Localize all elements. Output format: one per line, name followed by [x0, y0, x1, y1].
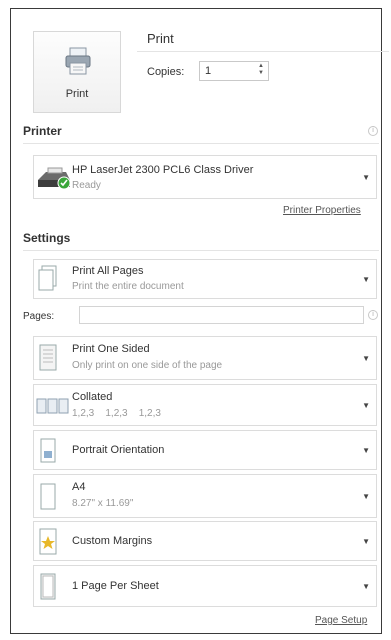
dropdown-arrow-icon: ▼ — [362, 537, 370, 546]
divider — [23, 143, 379, 144]
portrait-icon — [40, 438, 56, 463]
dropdown-arrow-icon: ▼ — [362, 446, 370, 455]
collation-label: Collated — [72, 391, 113, 403]
collated-icon — [36, 398, 69, 414]
pages-per-sheet-dropdown[interactable]: 1 Page Per Sheet ▼ — [33, 565, 377, 607]
paper-size-dropdown[interactable]: A4 8.27" x 11.69" ▼ — [33, 474, 377, 518]
margins-label: Custom Margins — [72, 535, 153, 547]
settings-heading: Settings — [23, 231, 71, 245]
print-button-label: Print — [65, 88, 89, 100]
print-range-dropdown[interactable]: Print All Pages Print the entire documen… — [33, 259, 377, 299]
printer-icon — [38, 167, 71, 190]
document-icon — [38, 265, 57, 291]
orientation-label: Portrait Orientation — [72, 444, 165, 456]
pages-label: Pages: — [23, 311, 55, 322]
margins-dropdown[interactable]: Custom Margins ▼ — [33, 521, 377, 561]
dropdown-arrow-icon: ▼ — [362, 275, 370, 284]
printer-status: Ready — [72, 180, 101, 191]
pages-input[interactable] — [79, 306, 364, 324]
sides-label: Print One Sided — [72, 343, 150, 355]
print-button[interactable]: Print — [33, 31, 121, 113]
dropdown-arrow-icon: ▼ — [362, 582, 370, 591]
info-icon[interactable]: i — [368, 310, 378, 320]
print-title: Print — [147, 31, 174, 46]
dropdown-arrow-icon: ▼ — [362, 173, 370, 182]
paper-size-desc: 8.27" x 11.69" — [72, 498, 134, 509]
margins-icon — [39, 528, 57, 555]
page-setup-link[interactable]: Page Setup — [315, 615, 367, 626]
paper-icon — [40, 483, 56, 510]
dropdown-arrow-icon: ▼ — [362, 354, 370, 363]
print-panel: Print Print Copies: 1 ▲ ▼ Printer i HP La… — [10, 8, 389, 634]
collation-desc: 1,2,3 1,2,3 1,2,3 — [72, 408, 161, 419]
info-icon[interactable]: i — [368, 126, 378, 136]
orientation-dropdown[interactable]: Portrait Orientation ▼ — [33, 430, 377, 470]
copies-input[interactable]: 1 ▲ ▼ — [199, 61, 269, 81]
one-sided-icon — [39, 344, 57, 371]
divider — [23, 250, 379, 251]
copies-spinner[interactable]: ▲ ▼ — [258, 63, 264, 77]
dropdown-arrow-icon: ▼ — [362, 401, 370, 410]
print-range-desc: Print the entire document — [72, 281, 184, 292]
printer-dropdown[interactable]: HP LaserJet 2300 PCL6 Class Driver Ready… — [33, 155, 377, 199]
printer-properties-link[interactable]: Printer Properties — [283, 205, 361, 216]
print-range-label: Print All Pages — [72, 265, 144, 277]
printer-heading: Printer — [23, 124, 62, 138]
divider — [137, 51, 389, 52]
copies-value: 1 — [205, 65, 212, 77]
page-per-sheet-icon — [40, 573, 56, 600]
printer-name: HP LaserJet 2300 PCL6 Class Driver — [72, 164, 254, 176]
copies-label: Copies: — [147, 66, 185, 78]
paper-size-label: A4 — [72, 481, 86, 493]
printer-icon — [65, 47, 91, 75]
dropdown-arrow-icon: ▼ — [362, 492, 370, 501]
sides-dropdown[interactable]: Print One Sided Only print on one side o… — [33, 336, 377, 380]
sides-desc: Only print on one side of the page — [72, 360, 223, 371]
collation-dropdown[interactable]: Collated 1,2,3 1,2,3 1,2,3 ▼ — [33, 384, 377, 426]
pages-per-sheet-label: 1 Page Per Sheet — [72, 580, 159, 592]
